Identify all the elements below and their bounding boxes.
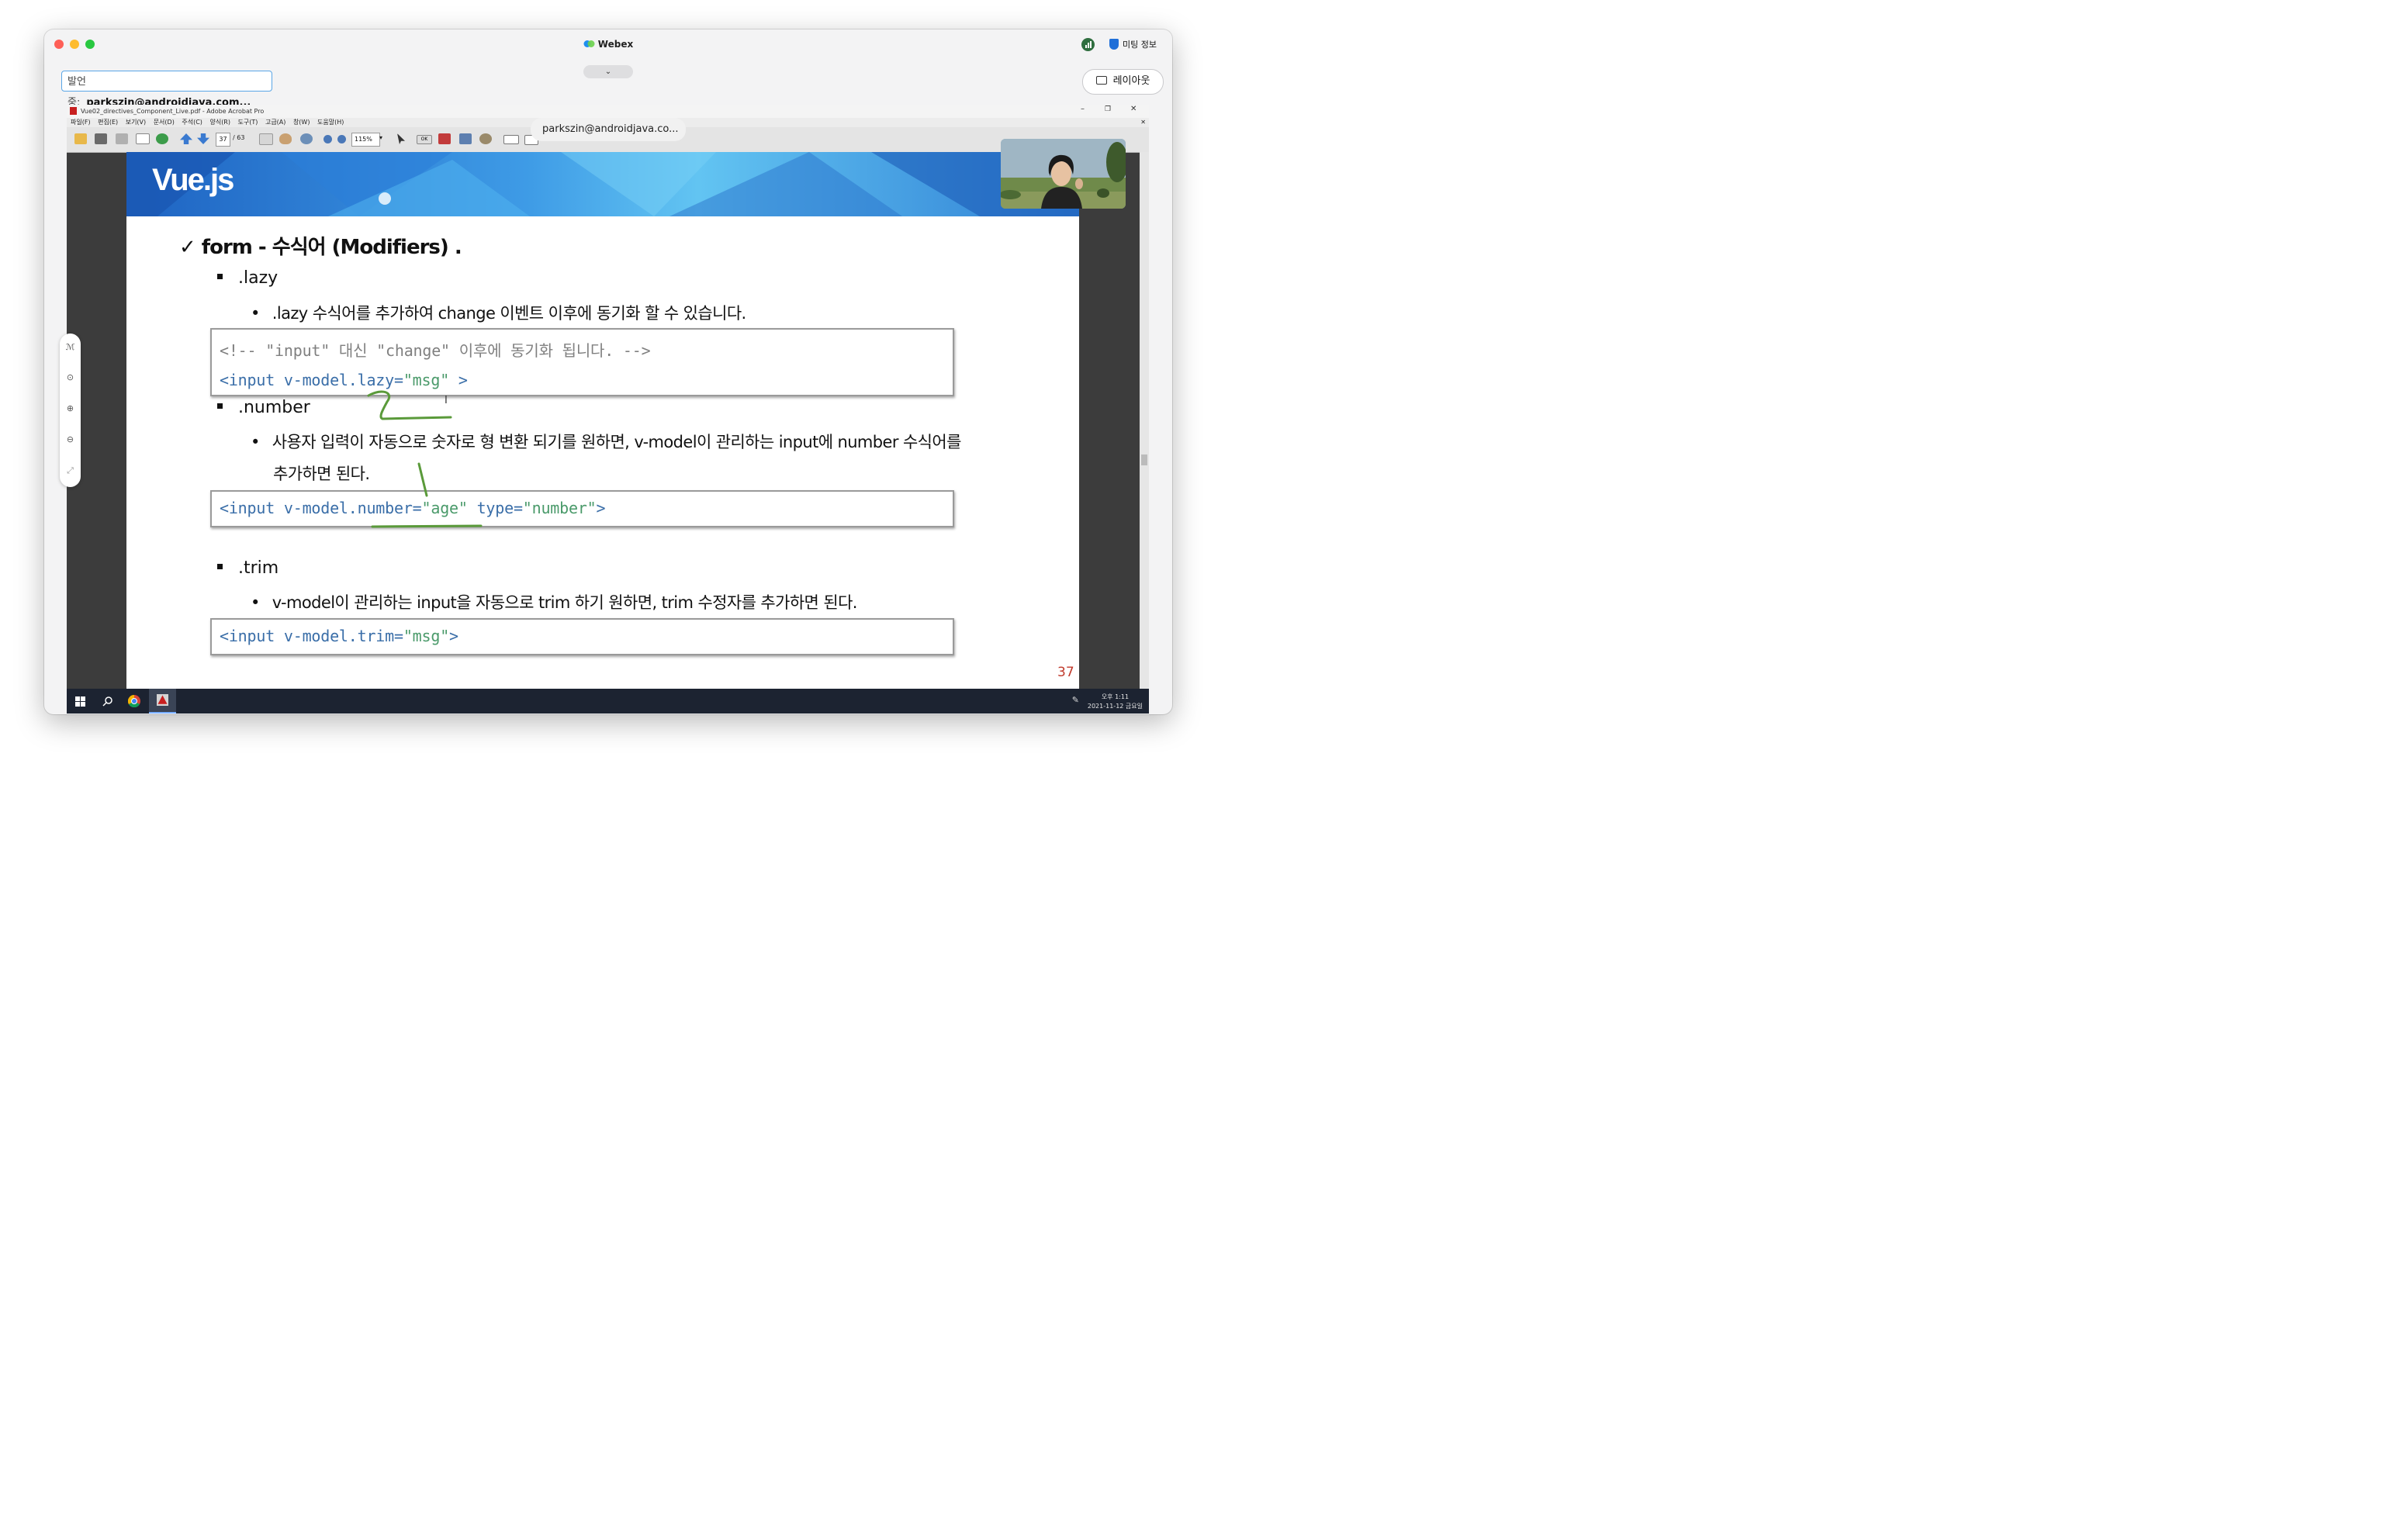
window-title: Webex [44, 39, 1172, 50]
text-cursor-icon: I [445, 395, 448, 406]
webex-title-text: Webex [597, 39, 634, 50]
next-page-icon[interactable] [197, 133, 209, 144]
zoom-out-icon[interactable]: ⊖ [65, 434, 75, 444]
zoom-tool-icon[interactable] [300, 133, 313, 144]
page-number-input[interactable]: 37 [216, 133, 230, 147]
slide-page-number: 37 [1057, 665, 1074, 680]
zoom-dropdown-icon[interactable]: ▾ [379, 134, 382, 141]
menu-help[interactable]: 도움말(H) [317, 119, 344, 126]
signature-icon[interactable] [438, 133, 451, 144]
layout-button[interactable]: 레이아웃 [1082, 69, 1164, 95]
save-icon[interactable] [116, 133, 128, 144]
acrobat-restore-icon[interactable]: ❐ [1105, 105, 1111, 113]
menu-tools[interactable]: 도구(T) [238, 119, 258, 126]
layout-icon [1095, 76, 1107, 85]
taskbar-date: 2021-11-12 금요일 [1087, 703, 1143, 710]
crop-icon[interactable] [459, 133, 472, 144]
menu-edit[interactable]: 편집(E) [98, 119, 118, 126]
zoom-level-select[interactable]: 115% [351, 133, 380, 147]
scrollbar-thumb[interactable] [1141, 454, 1147, 465]
shield-icon [1109, 39, 1119, 50]
pdf-page: Vue.js ✓ form - 수식어 (Modifiers) . .lazy •… [126, 152, 1079, 689]
acrobat-minimize-icon[interactable]: – [1081, 105, 1085, 113]
remote-control-icon[interactable]: ⊙ [65, 372, 75, 382]
zoom-out-icon[interactable] [323, 135, 332, 143]
windows-taskbar: ✎ 오후 1:11 2021-11-12 금요일 [67, 689, 1149, 714]
text-field-icon[interactable] [503, 135, 519, 144]
taskbar-clock[interactable]: 오후 1:11 2021-11-12 금요일 [1088, 693, 1143, 711]
annotation-stroke-2 [417, 462, 428, 497]
menu-comments[interactable]: 주석(C) [182, 119, 202, 126]
select-tool-icon[interactable] [397, 133, 405, 144]
acrobat-close-icon[interactable]: ✕ [1130, 105, 1137, 113]
acrobat-icon [157, 694, 168, 706]
acrobat-titlebar: Vue02_directives_Component_Live.pdf - Ad… [67, 105, 1149, 118]
sharing-presenter-pill[interactable]: parkszin@androidjava.co... [531, 118, 686, 141]
annotation-underline [371, 524, 483, 528]
page-total: / 63 [233, 134, 245, 141]
menu-window[interactable]: 창(W) [293, 119, 310, 126]
webex-window: Webex ⌄ 미팅 정보 발언 중: parkszin@androidjava.… [44, 29, 1172, 714]
menu-view[interactable]: 보기(V) [126, 119, 146, 126]
menubar-close-icon[interactable]: ✕ [1140, 118, 1146, 127]
presenter-label: 발언 중: [67, 76, 86, 109]
pen-icon[interactable]: ℳ [65, 342, 75, 352]
active-speaker-field: 발언 중: parkszin@androidjava.com... [61, 71, 272, 109]
annotation-stroke-1 [367, 390, 452, 420]
email-icon[interactable] [136, 133, 150, 144]
shared-screen: Vue02_directives_Component_Live.pdf - Ad… [67, 105, 1149, 714]
open-folder-icon[interactable] [74, 133, 87, 144]
chrome-icon[interactable] [128, 695, 140, 707]
meeting-info-label: 미팅 정보 [1123, 40, 1157, 50]
chevron-down-icon: ⌄ [604, 67, 612, 76]
pen-annotations [367, 390, 483, 528]
menu-document[interactable]: 문서(D) [154, 119, 175, 126]
search-icon[interactable] [102, 696, 113, 707]
layout-label: 레이아웃 [1112, 75, 1150, 87]
fit-screen-icon[interactable]: ⤢ [65, 465, 75, 476]
previous-page-icon[interactable] [180, 133, 192, 144]
participant-video-thumbnail[interactable] [1001, 139, 1126, 209]
menu-forms[interactable]: 양식(R) [209, 119, 230, 126]
pen-tray-icon[interactable]: ✎ [1072, 695, 1079, 705]
taskbar-time: 오후 1:11 [1101, 693, 1130, 700]
signal-icon[interactable] [1081, 38, 1095, 51]
ok-button-icon[interactable]: OK [417, 135, 432, 144]
menu-file[interactable]: 파일(F) [71, 119, 91, 126]
annotation-toolbar: ℳ ⊙ ⊕ ⊖ ⤢ [60, 334, 81, 487]
acrobat-title: Vue02_directives_Component_Live.pdf - Ad… [81, 108, 265, 115]
hand-tool-icon[interactable] [279, 133, 292, 144]
video-frame [1001, 139, 1126, 209]
pdf-scrollbar[interactable] [1140, 152, 1149, 689]
menu-advanced[interactable]: 고급(A) [265, 119, 285, 126]
print-icon[interactable] [95, 133, 107, 144]
zoom-in-icon[interactable]: ⊕ [65, 403, 75, 413]
meeting-info-button[interactable]: 미팅 정보 [1109, 38, 1157, 50]
pdf-file-icon [70, 107, 77, 115]
acrobat-taskbar-button[interactable] [149, 689, 176, 714]
zoom-in-icon[interactable] [337, 135, 346, 143]
collaborate-icon[interactable] [156, 133, 168, 144]
collapse-toolbar-button[interactable]: ⌄ [583, 65, 633, 78]
attach-icon[interactable] [479, 133, 492, 144]
webex-logo-icon [583, 40, 595, 47]
select-text-icon[interactable] [259, 133, 273, 145]
windows-start-icon[interactable] [75, 696, 85, 707]
